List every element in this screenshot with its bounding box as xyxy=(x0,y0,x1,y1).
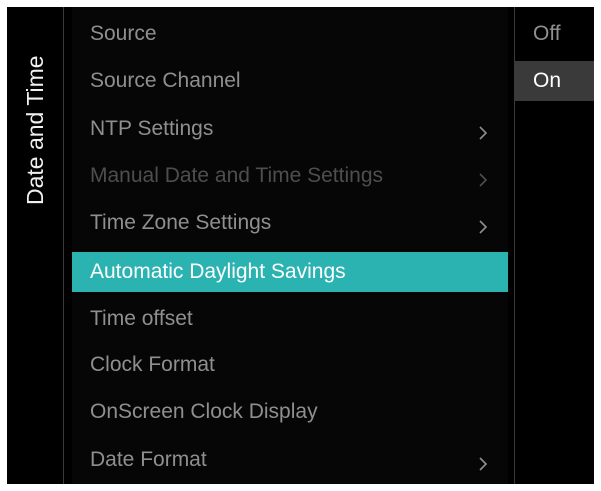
chevron-right-icon xyxy=(476,453,490,471)
menu-item-date-format[interactable]: Date Format xyxy=(72,440,508,480)
menu-item-source-channel[interactable]: Source Channel xyxy=(72,61,508,101)
menu-item-manual-date-time-settings: Manual Date and Time Settings xyxy=(72,156,508,196)
menu-item-label: NTP Settings xyxy=(90,117,214,140)
chevron-right-icon xyxy=(476,216,490,234)
chevron-right-icon xyxy=(476,122,490,140)
menu-item-label: Source xyxy=(90,22,157,45)
option-label: Off xyxy=(533,22,561,45)
menu-item-time-zone-settings[interactable]: Time Zone Settings xyxy=(72,203,508,243)
category-sidebar: Date and Time xyxy=(7,7,63,484)
option-on[interactable]: On xyxy=(515,61,594,101)
menu-item-label: Manual Date and Time Settings xyxy=(90,164,383,187)
chevron-right-icon xyxy=(476,169,490,187)
menu-item-label: Time offset xyxy=(90,307,193,330)
menu-item-automatic-daylight-savings[interactable]: Automatic Daylight Savings xyxy=(72,252,508,292)
menu-item-label: Date Format xyxy=(90,448,207,471)
category-title: Date and Time xyxy=(22,55,48,205)
option-label: On xyxy=(533,69,562,92)
sidebar-divider xyxy=(63,7,64,484)
menu-item-ntp-settings[interactable]: NTP Settings xyxy=(72,109,508,149)
option-off[interactable]: Off xyxy=(515,14,594,54)
menu-item-clock-format[interactable]: Clock Format xyxy=(72,345,508,385)
options-panel: Off On xyxy=(515,7,594,484)
menu-item-label: OnScreen Clock Display xyxy=(90,400,318,423)
settings-menu: Source Source Channel NTP Settings Manua… xyxy=(72,7,508,484)
menu-item-label: Time Zone Settings xyxy=(90,211,272,234)
menu-item-label: Clock Format xyxy=(90,353,215,376)
menu-item-label: Source Channel xyxy=(90,69,241,92)
menu-item-time-offset[interactable]: Time offset xyxy=(72,299,508,339)
tv-settings-screen: Date and Time Source Source Channel NTP … xyxy=(7,7,594,484)
menu-item-label: Automatic Daylight Savings xyxy=(90,260,346,283)
menu-item-source[interactable]: Source xyxy=(72,14,508,54)
menu-item-onscreen-clock-display[interactable]: OnScreen Clock Display xyxy=(72,392,508,432)
